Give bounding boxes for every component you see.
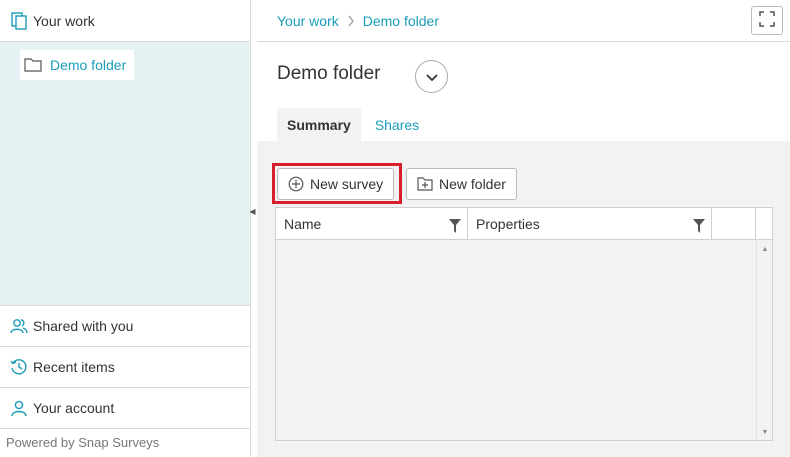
user-icon <box>10 399 28 417</box>
chevron-down-icon <box>425 69 438 85</box>
history-clock-icon <box>10 358 28 376</box>
grid-scrollbar[interactable]: ▲ ▼ <box>756 241 772 440</box>
tab-summary[interactable]: Summary <box>277 108 361 141</box>
sidebar-item-recent-items[interactable]: Recent items <box>0 347 250 388</box>
folder-icon <box>24 57 42 73</box>
column-header-blank <box>712 208 756 240</box>
column-header-label: Name <box>284 216 322 232</box>
new-folder-icon <box>417 176 433 192</box>
tab-bar: Summary Shares <box>277 108 429 141</box>
sidebar-item-label: Recent items <box>33 359 115 375</box>
fullscreen-icon <box>759 11 775 30</box>
scroll-up-arrow-icon[interactable]: ▲ <box>760 244 770 254</box>
sidebar-item-your-account[interactable]: Your account <box>0 388 250 429</box>
folder-tree: Demo folder <box>0 42 250 306</box>
sidebar-header-label: Your work <box>33 12 95 29</box>
column-header-label: Properties <box>476 216 540 232</box>
column-header-name[interactable]: Name <box>276 208 468 240</box>
app-window: Your work Demo folder Shared with you Re… <box>0 0 790 457</box>
sidebar-item-label: Shared with you <box>33 318 134 334</box>
collapse-sidebar-handle[interactable]: ◀ <box>249 204 256 218</box>
breadcrumb-your-work[interactable]: Your work <box>277 13 339 29</box>
sidebar: Your work Demo folder Shared with you Re… <box>0 0 251 457</box>
main-panel: Your work Demo folder Demo folder Summar… <box>257 0 790 457</box>
folder-options-button[interactable] <box>415 60 448 93</box>
fullscreen-button[interactable] <box>751 6 783 35</box>
column-header-properties[interactable]: Properties <box>468 208 712 240</box>
new-folder-label: New folder <box>439 176 506 192</box>
sidebar-item-shared-with-you[interactable]: Shared with you <box>0 306 250 347</box>
tree-item-demo-folder[interactable]: Demo folder <box>20 50 135 80</box>
new-survey-label: New survey <box>310 176 384 192</box>
items-grid: Name Properties ▲ ▼ <box>275 207 773 441</box>
powered-by-footer: Powered by Snap Surveys <box>6 435 160 450</box>
new-folder-button[interactable]: New folder <box>406 168 517 200</box>
shared-users-icon <box>10 317 28 335</box>
plus-circle-icon <box>288 176 304 192</box>
sidebar-header-your-work[interactable]: Your work <box>0 0 250 42</box>
filter-icon[interactable] <box>693 219 705 233</box>
tab-shares[interactable]: Shares <box>365 108 429 141</box>
grid-header: Name Properties <box>276 208 772 240</box>
breadcrumb: Your work Demo folder <box>257 0 790 42</box>
breadcrumb-demo-folder[interactable]: Demo folder <box>363 13 439 29</box>
page-title: Demo folder <box>277 63 381 84</box>
new-survey-button[interactable]: New survey <box>277 168 395 200</box>
documents-icon <box>10 11 28 30</box>
filter-icon[interactable] <box>449 219 461 233</box>
scroll-down-arrow-icon[interactable]: ▼ <box>760 427 770 437</box>
chevron-right-icon <box>347 15 355 27</box>
sidebar-item-label: Your account <box>33 400 115 416</box>
content-area: New survey New folder Name Properties ▲ … <box>257 141 790 457</box>
tree-item-label: Demo folder <box>50 57 127 73</box>
